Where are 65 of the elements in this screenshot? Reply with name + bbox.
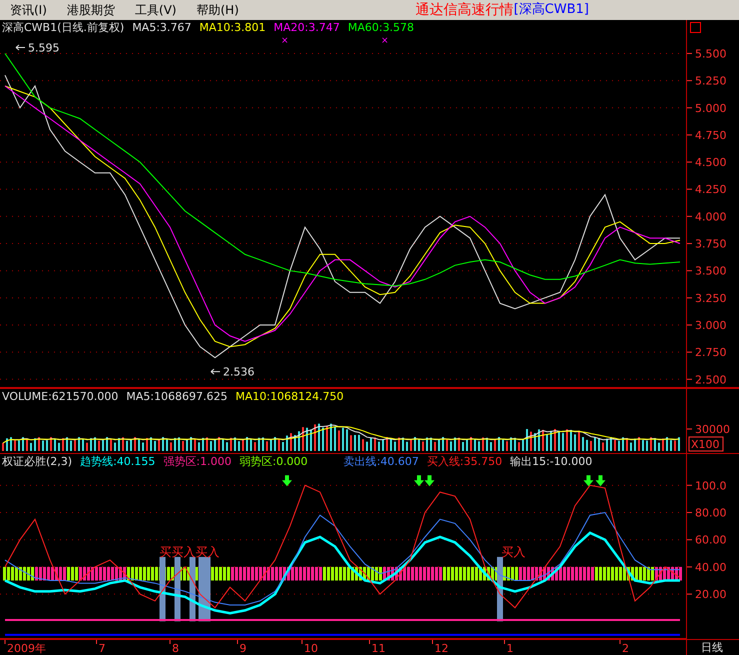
axis-label: 40.00 xyxy=(695,560,726,574)
axis-label: 2.750 xyxy=(695,346,726,360)
axis-label: 80.00 xyxy=(695,506,726,520)
axis-label: 5.000 xyxy=(695,102,726,115)
axis-label: 3.500 xyxy=(695,264,726,278)
buy-label: 买买入买入 xyxy=(160,545,220,560)
down-arrow-icon xyxy=(424,475,434,486)
menu-item[interactable]: 港股期货 xyxy=(56,0,125,20)
axis-label: 11 xyxy=(372,642,386,655)
legend-label: MA5:1068697.625 xyxy=(126,389,228,404)
down-arrow-icon xyxy=(414,475,424,486)
axis-label: 5.500 xyxy=(695,47,726,60)
axis-label: 4.750 xyxy=(695,128,726,142)
legend-label: MA10:1068124.750 xyxy=(235,389,344,404)
arrow-icon xyxy=(210,368,220,375)
app-title: 通达信高速行情 xyxy=(416,0,514,20)
legend-label: 输出15:-10.000 xyxy=(510,454,592,469)
legend-label: MA60:3.578 xyxy=(348,20,414,35)
legend-label: 趋势线:40.155 xyxy=(80,454,156,469)
menu-item[interactable]: 资讯(I) xyxy=(0,0,57,20)
down-arrow-icon xyxy=(584,475,594,486)
down-arrow-icon xyxy=(596,475,606,486)
menu-item[interactable]: 帮助(H) xyxy=(186,0,249,20)
down-arrow-icon xyxy=(282,475,292,486)
axis-label: 10 xyxy=(304,642,318,655)
buy-label: 买入 xyxy=(502,545,526,560)
axis-label: 60.00 xyxy=(695,534,726,547)
legend-label: 卖出线:40.607 xyxy=(344,454,419,469)
cross-marker: × xyxy=(281,36,289,46)
axis-label: 20.00 xyxy=(695,588,726,602)
axis-label: 2 xyxy=(622,642,629,655)
legend-label: 弱势区:0.000 xyxy=(239,454,308,469)
axis-label: 4.500 xyxy=(695,156,726,170)
axis-label: 3.250 xyxy=(695,292,726,305)
axis-label: 5.250 xyxy=(695,74,726,88)
multiplier-label: X100 xyxy=(688,436,724,452)
legend-label: MA5:3.767 xyxy=(132,20,192,35)
axis-label: 9 xyxy=(240,642,246,655)
menu-item[interactable]: 工具(V) xyxy=(124,0,186,20)
legend-label: 买入线:35.750 xyxy=(426,454,502,469)
price-annotation: 5.595 xyxy=(28,41,60,54)
legend-label: 深高CWB1(日线.前复权) xyxy=(2,20,124,35)
axis-label: 30000 xyxy=(695,423,730,436)
price-annotation: 2.536 xyxy=(223,366,254,379)
legend-label: 权证必胜(2,3) xyxy=(2,454,72,469)
timeframe-label: 日线 xyxy=(686,640,739,655)
legend-label: MA20:3.747 xyxy=(274,20,340,35)
legend-label: MA10:3.801 xyxy=(199,20,266,35)
axis-label: 3.750 xyxy=(695,238,726,251)
axis-label: 4.000 xyxy=(695,210,726,224)
arrow-icon xyxy=(16,44,26,50)
legend-label: VOLUME:621570.000 xyxy=(2,389,118,404)
axis-label: 100.0 xyxy=(695,479,726,492)
cross-marker: × xyxy=(381,36,389,46)
symbol-label: [深高CWB1] xyxy=(514,1,589,20)
axis-label: 12 xyxy=(434,642,448,655)
axis-label: 2.500 xyxy=(695,373,726,386)
legend-label: 强势区:1.000 xyxy=(163,454,232,469)
window-toggle-icon xyxy=(690,22,701,33)
axis-label: 3.000 xyxy=(695,319,726,332)
axis-label: 7 xyxy=(98,642,106,655)
axis-label: 4.250 xyxy=(695,183,726,196)
axis-label: 1 xyxy=(506,642,514,655)
axis-label: 2009年 xyxy=(7,642,46,655)
axis-label: 8 xyxy=(172,642,179,655)
